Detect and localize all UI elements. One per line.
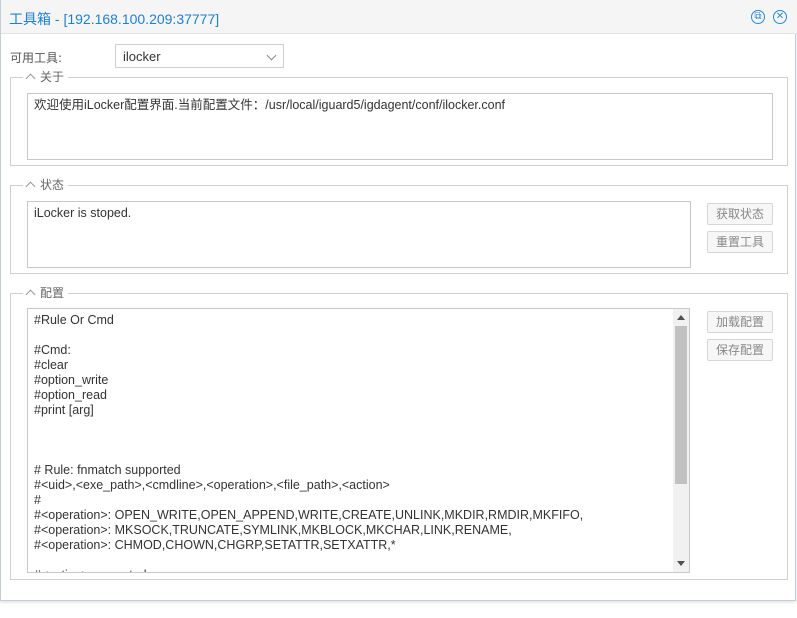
config-line: #<uid>,<exe_path>,<cmdline>,<operation>,…: [34, 478, 390, 492]
status-text-box[interactable]: iLocker is stoped.: [27, 201, 691, 268]
config-line: [34, 448, 583, 463]
scrollbar[interactable]: [673, 309, 689, 572]
about-section: 关于 欢迎使用iLocker配置界面.当前配置文件：/usr/local/igu…: [10, 70, 788, 166]
config-line: #print [arg]: [34, 403, 94, 417]
toolbox-window: 工具箱 - [192.168.100.209:37777] ⧉ ✕ 可用工具: …: [0, 0, 797, 601]
window-title: 工具箱 - [192.168.100.209:37777]: [9, 11, 220, 27]
chevron-down-icon: [266, 50, 277, 61]
config-line: #option_read: [34, 388, 107, 402]
status-section: 状态 iLocker is stoped. 获取状态 重置工具: [10, 178, 788, 274]
config-legend[interactable]: 配置: [23, 286, 69, 300]
scroll-thumb[interactable]: [675, 326, 687, 484]
config-line: #Cmd:: [34, 343, 71, 357]
config-line: [34, 418, 583, 433]
config-line: [34, 328, 583, 343]
title-bar: 工具箱 - [192.168.100.209:37777] ⧉ ✕: [1, 0, 797, 34]
config-line: # Rule: fnmatch supported: [34, 463, 181, 477]
reset-tool-button[interactable]: 重置工具: [707, 231, 773, 253]
status-text: iLocker is stoped.: [34, 206, 132, 220]
collapse-icon: [25, 181, 36, 192]
config-line: #<action>: accept, drop: [34, 568, 583, 572]
config-line: #option_write: [34, 373, 109, 387]
about-legend-label: 关于: [40, 70, 65, 84]
config-legend-label: 配置: [40, 286, 65, 300]
config-line: #clear: [34, 358, 69, 372]
config-line: #<operation>: OPEN_WRITE,OPEN_APPEND,WRI…: [34, 508, 584, 522]
config-line: [34, 553, 583, 568]
config-section: 配置 #Rule Or Cmd #Cmd: #clear #option_write #…: [10, 286, 788, 580]
status-legend[interactable]: 状态: [23, 178, 69, 192]
tool-select-value: ilocker: [123, 49, 161, 64]
collapse-icon: [25, 289, 36, 300]
about-text-box[interactable]: 欢迎使用iLocker配置界面.当前配置文件：/usr/local/iguard…: [27, 93, 773, 160]
close-icon[interactable]: ✕: [773, 10, 787, 24]
config-line: #<operation>: MKSOCK,TRUNCATE,SYMLINK,MK…: [34, 523, 512, 537]
config-textarea[interactable]: #Rule Or Cmd #Cmd: #clear #option_write #opt…: [27, 308, 690, 573]
tool-select[interactable]: ilocker: [115, 44, 284, 68]
config-line: #: [34, 493, 41, 507]
about-legend[interactable]: 关于: [23, 70, 69, 84]
config-line: [34, 433, 583, 448]
collapse-icon: [25, 73, 36, 84]
scroll-up-icon[interactable]: [677, 315, 685, 320]
get-status-button[interactable]: 获取状态: [707, 203, 773, 225]
about-text: 欢迎使用iLocker配置界面.当前配置文件：/usr/local/iguard…: [34, 98, 505, 112]
restore-icon[interactable]: ⧉: [751, 10, 765, 24]
scroll-down-icon[interactable]: [677, 561, 685, 566]
config-line: #Rule Or Cmd: [34, 313, 114, 327]
config-line: #<operation>: CHMOD,CHOWN,CHGRP,SETATTR,…: [34, 538, 396, 552]
status-legend-label: 状态: [40, 178, 65, 192]
tool-select-label: 可用工具:: [10, 51, 63, 65]
load-config-button[interactable]: 加载配置: [707, 311, 773, 333]
config-lines: #Rule Or Cmd #Cmd: #clear #option_write #opt…: [34, 313, 584, 572]
save-config-button[interactable]: 保存配置: [707, 339, 773, 361]
